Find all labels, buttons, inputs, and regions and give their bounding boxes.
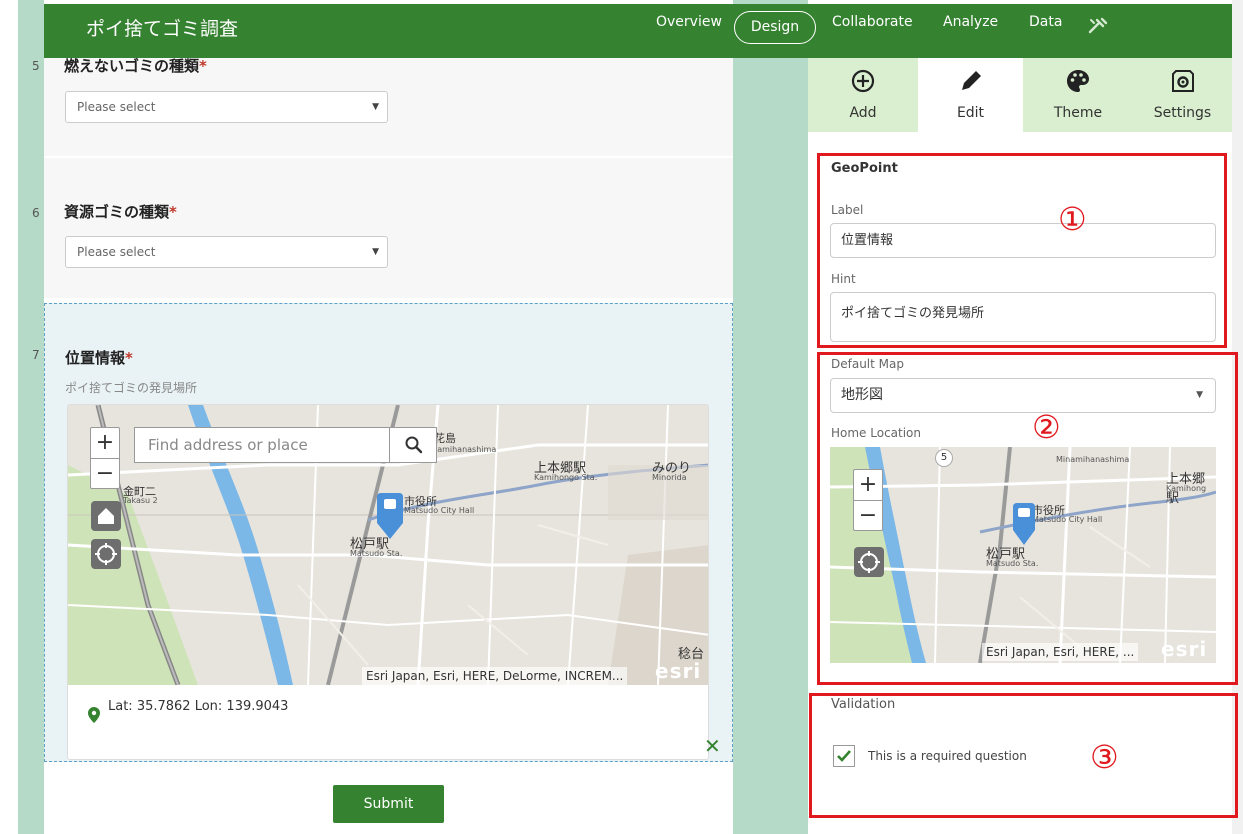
dropdown-arrow-icon: ▼	[372, 247, 379, 257]
annotation-number-3: ③	[1090, 738, 1119, 776]
home-button[interactable]	[91, 501, 121, 531]
coordinate-readout: Lat: 35.7862 Lon: 139.9043	[68, 685, 708, 729]
map-pin-icon	[88, 698, 100, 742]
tab-edit[interactable]: Edit	[918, 58, 1023, 132]
tab-settings[interactable]: Settings	[1133, 58, 1232, 132]
map-label-kamihongo-en: Kamihongo Sta.	[534, 473, 598, 482]
survey-form: 燃えないゴミの種類* Please select ▼ 5 資源ゴミの種類* Pl…	[32, 57, 733, 834]
question-6[interactable]: 資源ゴミの種類* Please select ▼	[44, 158, 733, 298]
map-zoom-control: + −	[90, 427, 120, 489]
home-icon	[98, 508, 114, 524]
line-number-gutter	[18, 0, 44, 834]
question-number-5: 5	[32, 59, 40, 73]
select-placeholder: Please select	[77, 245, 156, 259]
map-label-minori-en: Minorida	[652, 473, 687, 482]
annotation-box-1	[817, 153, 1227, 348]
question-6-title: 資源ゴミの種類	[64, 203, 170, 221]
add-icon	[808, 68, 918, 94]
required-mark: *	[125, 349, 133, 367]
map-attribution: Esri Japan, Esri, HERE, DeLorme, INCREM.…	[362, 667, 628, 685]
required-mark: *	[169, 203, 177, 221]
map-search-button[interactable]	[389, 427, 437, 463]
nav-data[interactable]: Data	[1029, 14, 1062, 30]
tab-add[interactable]: Add	[808, 58, 918, 132]
map-label-matsudo-en: Matsudo Sta.	[350, 549, 403, 558]
question-7-title: 位置情報	[65, 349, 126, 367]
question-7-hint: ポイ捨てゴミの発見場所	[65, 381, 198, 395]
nav-design[interactable]: Design	[734, 11, 816, 44]
submit-button[interactable]: Submit	[333, 785, 444, 823]
question-5-title: 燃えないゴミの種類	[64, 57, 200, 75]
map-search-input[interactable]: Find address or place	[134, 427, 390, 463]
palette-icon	[1023, 68, 1133, 94]
geopoint-map-widget: 南花島 Minamihanashima 上本郷駅 Kamihongo Sta. …	[67, 404, 709, 760]
dropdown-arrow-icon: ▼	[372, 102, 379, 112]
coordinates-text: Lat: 35.7862 Lon: 139.9043	[108, 699, 289, 714]
map-canvas[interactable]: 南花島 Minamihanashima 上本郷駅 Kamihongo Sta. …	[68, 405, 708, 685]
question-5[interactable]: 燃えないゴミの種類* Please select ▼	[44, 57, 733, 156]
tab-edit-label: Edit	[956, 105, 985, 121]
question-number-6: 6	[32, 206, 40, 220]
form-right-margin	[733, 0, 808, 834]
tools-icon[interactable]	[1087, 16, 1109, 40]
search-placeholder: Find address or place	[148, 436, 308, 454]
map-label-cityhall-en: Matsudo City Hall	[404, 506, 475, 515]
question-7-geopoint[interactable]: 位置情報* ポイ捨てゴミの発見場所 南花島 Minamihanashima 上本…	[44, 303, 733, 762]
survey-title: ポイ捨てゴミ調査	[86, 18, 239, 40]
close-icon[interactable]: ✕	[704, 734, 721, 758]
annotation-number-2: ②	[1032, 408, 1061, 446]
select-placeholder: Please select	[77, 100, 156, 114]
tab-settings-label: Settings	[1153, 105, 1212, 121]
zoom-out-button[interactable]: −	[91, 458, 119, 488]
locate-icon	[95, 543, 117, 565]
nav-overview[interactable]: Overview	[656, 14, 722, 30]
esri-logo: esri	[655, 659, 702, 683]
nav-analyze[interactable]: Analyze	[943, 14, 998, 30]
annotation-number-1: ①	[1058, 200, 1087, 238]
tab-theme-label: Theme	[1053, 105, 1103, 121]
annotation-box-2	[817, 352, 1238, 685]
tab-add-label: Add	[849, 105, 877, 121]
left-margin	[0, 0, 18, 834]
question-number-7: 7	[32, 348, 40, 362]
question-6-select[interactable]: Please select ▼	[65, 236, 388, 268]
map-label-kanamachi-en: Takasu 2	[123, 496, 158, 505]
question-5-select[interactable]: Please select ▼	[65, 91, 388, 123]
tab-theme[interactable]: Theme	[1023, 58, 1133, 132]
required-mark: *	[199, 57, 207, 75]
settings-icon	[1133, 68, 1232, 94]
locate-button[interactable]	[91, 539, 121, 569]
zoom-in-button[interactable]: +	[91, 428, 119, 458]
nav-collaborate[interactable]: Collaborate	[832, 14, 913, 30]
annotation-box-3	[809, 693, 1238, 818]
pencil-icon	[918, 68, 1023, 94]
